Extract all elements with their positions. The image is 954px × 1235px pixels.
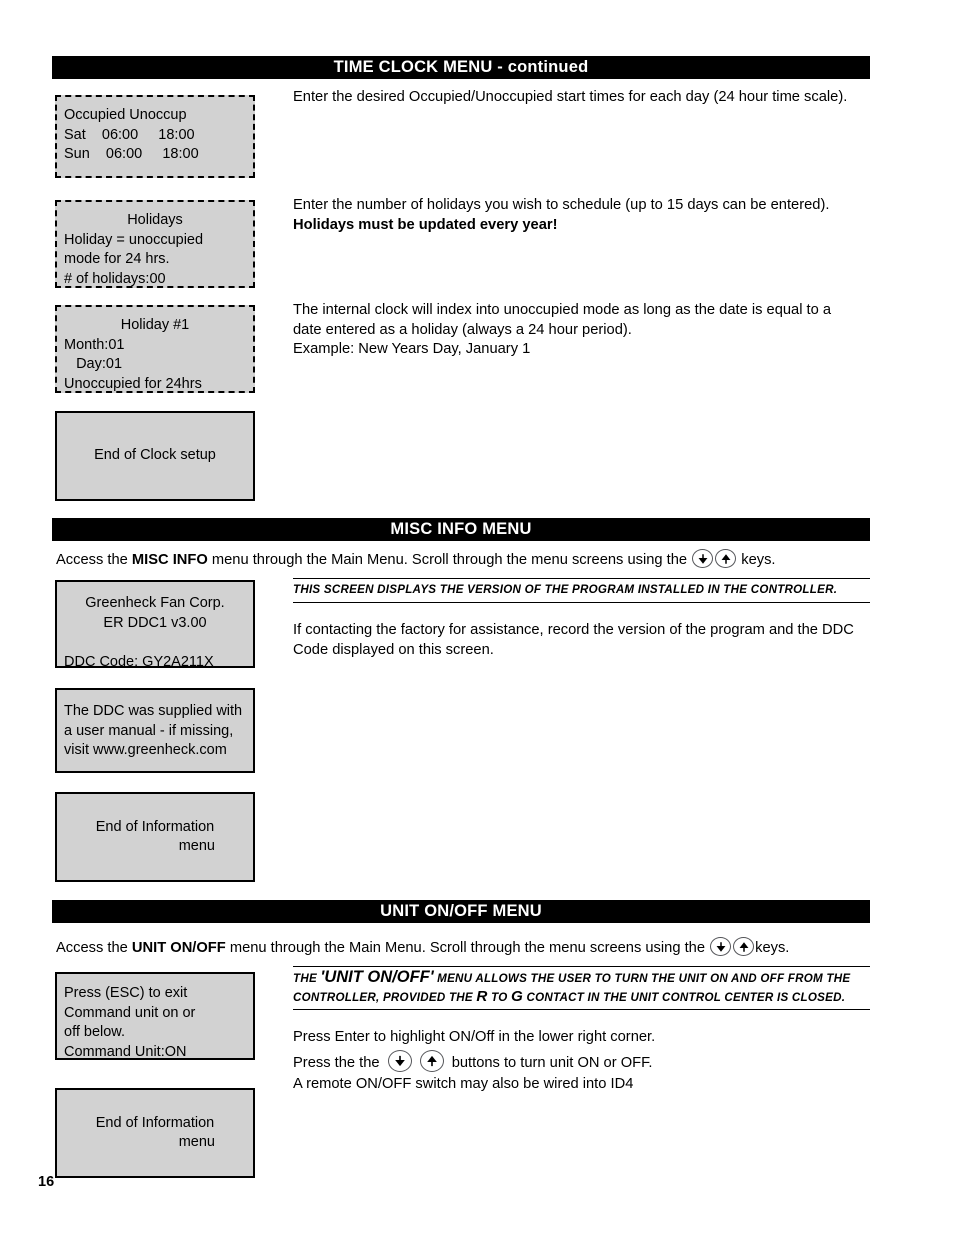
instruction-prefix: Press the the — [293, 1055, 384, 1071]
section-header-unit-on-off: UNIT ON/OFF MENU — [52, 900, 870, 923]
note-holidays-text: Enter the number of holidays you wish to… — [293, 197, 830, 213]
access-suffix: keys. — [755, 940, 790, 956]
lcd-line: Sat 06:00 18:00 — [64, 126, 195, 143]
emphasis-unit-on-off-text: The 'UNIT ON/OFF' menu allows the user t… — [293, 968, 870, 1006]
lcd-title: Holidays — [127, 212, 183, 228]
arrow-down-key-icon[interactable] — [692, 549, 714, 568]
lcd-line: Greenheck Fan Corp. — [85, 595, 225, 611]
emphasis-terminal-r: R — [476, 987, 488, 1005]
section-header-time-clock: TIME CLOCK MENU - continued — [52, 56, 870, 79]
lcd-screen-holidays-count: Holidays Holiday = unoccupied mode for 2… — [55, 200, 255, 288]
note-holiday-index: The internal clock will index into unocc… — [293, 301, 873, 360]
lcd-screen-user-manual: The DDC was supplied with a user manual … — [55, 688, 255, 773]
lcd-line: Press (ESC) to exit — [64, 985, 188, 1001]
access-middle: menu through the Main Menu. Scroll throu… — [225, 940, 710, 956]
lcd-screen-occupied-unoccupied-schedule: Occupied Unoccup Sat 06:00 18:00 Sun 06:… — [55, 95, 255, 178]
section-header-misc-info: MISC INFO MENU — [52, 518, 870, 541]
emphasis-misc-info-text: This screen displays the version of the … — [293, 583, 838, 596]
arrow-up-key-icon[interactable] — [733, 937, 755, 956]
manual-page: TIME CLOCK MENU - continued Occupied Uno… — [0, 0, 954, 1235]
access-line-unit-on-off: Access the UNIT ON/OFF menu through the … — [56, 937, 789, 958]
arrow-up-key-icon[interactable] — [715, 549, 737, 568]
lcd-screen-version: Greenheck Fan Corp. ER DDC1 v3.00 DDC Co… — [55, 580, 255, 670]
lcd-line: Month:01 — [64, 336, 125, 353]
lcd-line: Unoccupied for 24hrs — [64, 375, 202, 392]
instruction-suffix: buttons to turn unit ON or OFF. — [447, 1055, 653, 1071]
emphasis-part4: contact in the unit control center is cl… — [523, 990, 846, 1004]
lcd-line: mode for 24 hrs. — [64, 251, 170, 267]
instruction-press-buttons: Press the the buttons to turn unit ON or… — [293, 1050, 873, 1075]
note-holiday-index-line2: date entered as a holiday (always a 24 h… — [293, 321, 632, 338]
lcd-line: Occupied Unoccup — [64, 107, 187, 123]
note-holiday-index-line3: Example: New Years Day, January 1 — [293, 341, 531, 357]
access-menu-name: MISC INFO — [131, 552, 208, 568]
lcd-line: off below. — [64, 1024, 126, 1040]
note-holidays: Enter the number of holidays you wish to… — [293, 196, 873, 235]
lcd-line-blank — [57, 633, 253, 653]
lcd-line: a user manual - if missing, — [64, 722, 234, 739]
lcd-screen-holiday-1: Holiday #1 Month:01 Day:01 Unoccupied fo… — [55, 305, 255, 393]
note-holiday-index-line1: The internal clock will index into unocc… — [293, 302, 832, 318]
emphasis-misc-info: This screen displays the version of the … — [293, 578, 870, 603]
lcd-line: Command unit on or — [64, 1004, 196, 1021]
emphasis-unit-on-off: The 'UNIT ON/OFF' menu allows the user t… — [293, 966, 870, 1010]
section-header-misc-info-title: MISC INFO MENU — [390, 520, 532, 538]
emphasis-part1: The — [293, 972, 321, 985]
lcd-title: Holiday #1 — [120, 317, 190, 333]
note-holidays-emphasis: Holidays must be updated every year! — [293, 216, 558, 233]
lcd-line: End of Information — [95, 1114, 215, 1131]
lcd-screen-end-of-information-unit: End of Information menu — [55, 1088, 255, 1178]
lcd-line: Day:01 — [64, 356, 123, 372]
page-number: 16 — [38, 1174, 55, 1190]
note-misc-info-line2: Code displayed on this screen. — [293, 641, 494, 658]
arrow-down-key-icon[interactable] — [710, 937, 732, 956]
lcd-line: End of Clock setup — [94, 447, 216, 464]
lcd-line: Sun 06:00 18:00 — [64, 146, 199, 162]
section-header-time-clock-suffix: - continued — [492, 58, 589, 76]
lcd-line: The DDC was supplied with — [64, 703, 243, 719]
emphasis-part3: to — [487, 990, 511, 1004]
lcd-line: menu — [178, 838, 215, 854]
emphasis-terminal-g: G — [510, 987, 524, 1005]
instruction-remote-switch: A remote ON/OFF switch may also be wired… — [293, 1076, 634, 1092]
emphasis-quoted: 'UNIT ON/OFF' — [320, 968, 434, 986]
note-misc-info: If contacting the factory for assistance… — [293, 621, 873, 660]
lcd-screen-end-of-information-misc: End of Information menu — [55, 792, 255, 882]
lcd-line: End of Information — [95, 818, 215, 835]
arrow-down-key-icon[interactable] — [387, 1050, 412, 1072]
access-prefix: Access the — [56, 552, 132, 568]
lcd-screen-command-unit: Press (ESC) to exit Command unit on or o… — [55, 972, 255, 1060]
lcd-line: # of holidays:00 — [64, 270, 166, 287]
lcd-line: visit www.greenheck.com — [64, 742, 227, 758]
lcd-line: Command Unit:ON — [64, 1043, 187, 1060]
access-suffix: keys. — [737, 552, 776, 568]
note-misc-info-line1: If contacting the factory for assistance… — [293, 622, 854, 638]
instruction-press-enter: Press Enter to highlight ON/Off in the l… — [293, 1029, 656, 1045]
note-schedule: Enter the desired Occupied/Unoccupied st… — [293, 89, 848, 105]
section-header-time-clock-title: TIME CLOCK MENU — [333, 58, 493, 76]
lcd-line: menu — [178, 1134, 215, 1150]
lcd-line: ER DDC1 v3.00 — [103, 614, 207, 631]
access-prefix: Access the — [56, 940, 132, 956]
lcd-screen-end-of-clock-setup: End of Clock setup — [55, 411, 255, 501]
arrow-up-key-icon[interactable] — [419, 1050, 444, 1072]
access-middle: menu through the Main Menu. Scroll throu… — [207, 552, 692, 568]
lcd-line: Holiday = unoccupied — [64, 231, 204, 248]
section-header-unit-on-off-title: UNIT ON/OFF MENU — [380, 902, 542, 920]
access-line-misc-info: Access the MISC INFO menu through the Ma… — [56, 549, 776, 570]
access-menu-name: UNIT ON/OFF — [131, 940, 226, 956]
lcd-line: DDC Code: GY2A211X — [64, 653, 214, 670]
